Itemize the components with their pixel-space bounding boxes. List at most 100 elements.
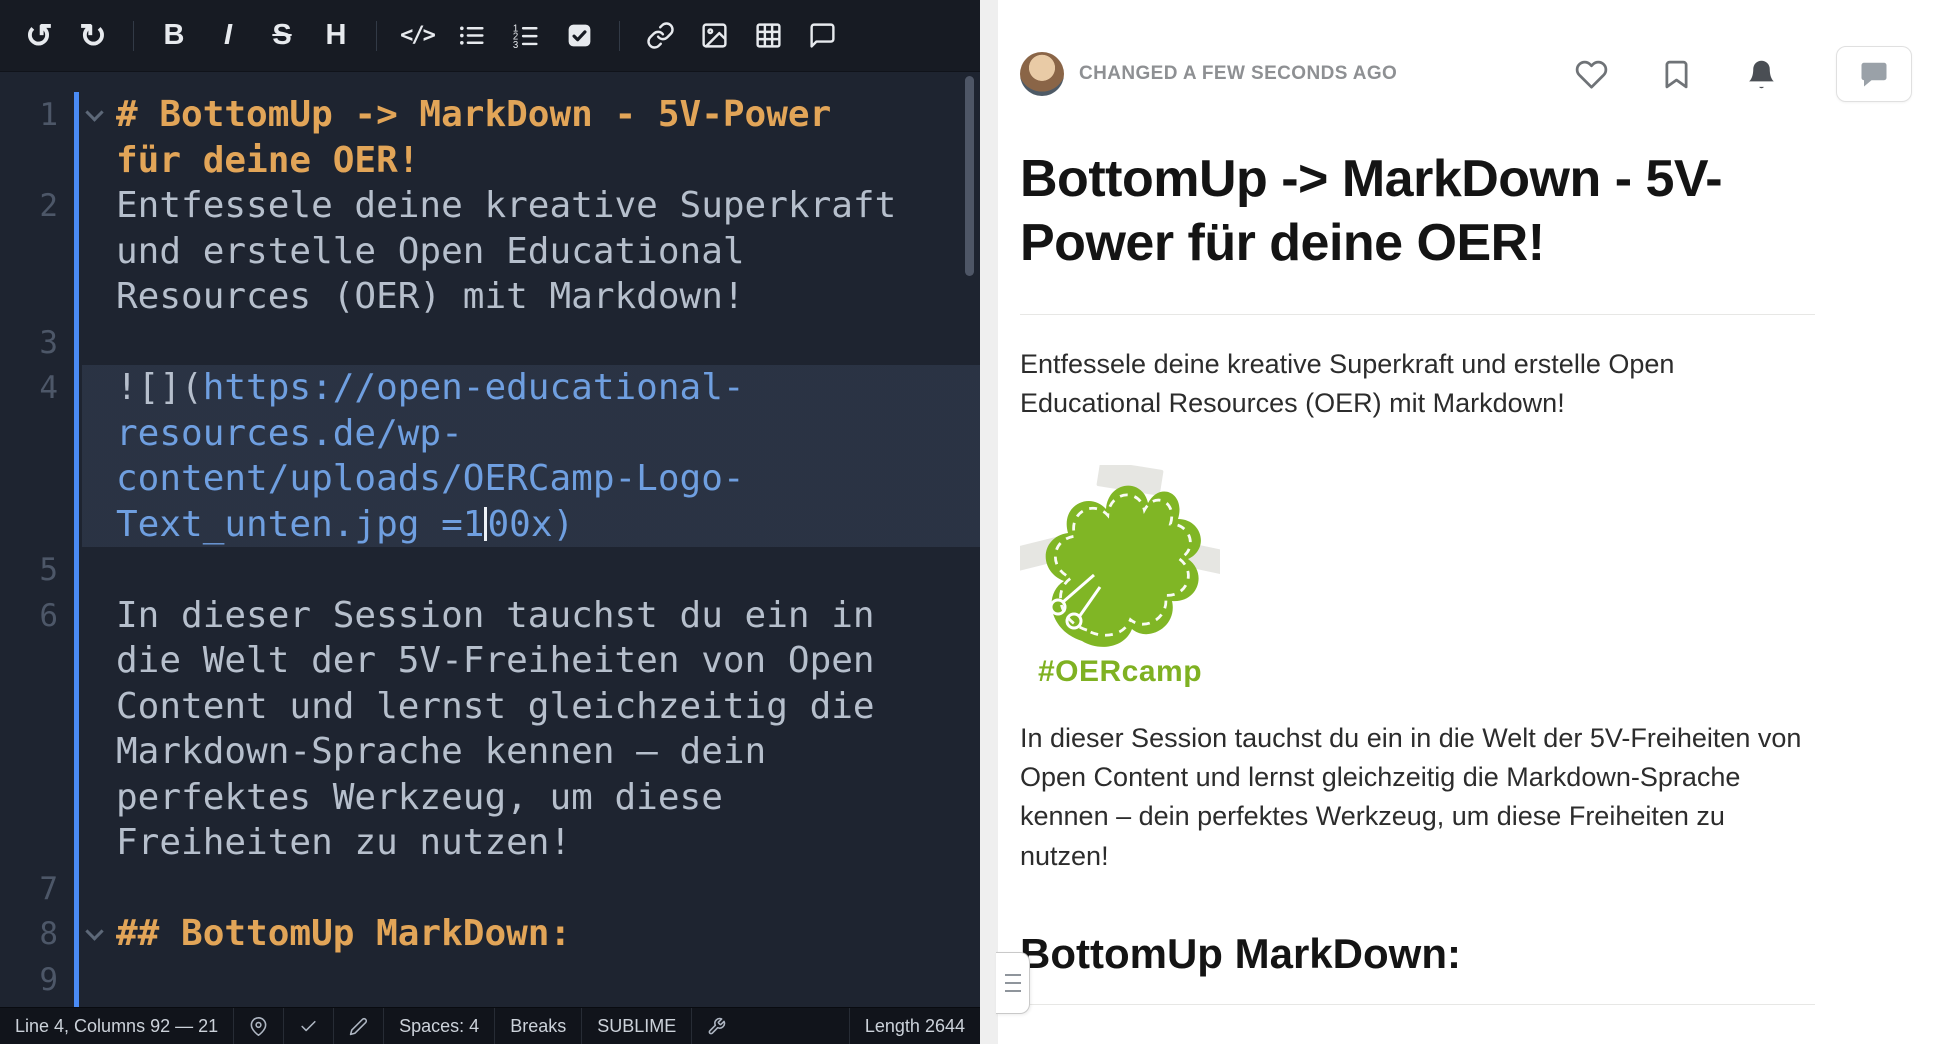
bold-button[interactable]: B bbox=[151, 13, 197, 59]
token-heading: ## BottomUp MarkDown: bbox=[116, 913, 571, 954]
editor-line[interactable]: 7 bbox=[0, 866, 980, 912]
line-number: 9 bbox=[0, 957, 58, 1004]
token-punct: ![]( bbox=[116, 367, 203, 408]
line-number: 1 bbox=[0, 92, 58, 139]
table-icon bbox=[754, 21, 783, 50]
editor-area[interactable]: 1 # BottomUp -> MarkDown - 5V-Power für d… bbox=[0, 72, 980, 1007]
heart-icon bbox=[1575, 58, 1608, 91]
subscribe-button[interactable] bbox=[1745, 58, 1778, 91]
line-text: ## BottomUp MarkDown: bbox=[116, 911, 896, 957]
editor-lines: 1 # BottomUp -> MarkDown - 5V-Power für d… bbox=[0, 92, 980, 1007]
redo-icon: ↻ bbox=[79, 19, 107, 52]
line-number: 5 bbox=[0, 547, 58, 594]
token-heading: # BottomUp -> MarkDown - 5V-Power für de… bbox=[116, 94, 853, 181]
editor-line[interactable]: 5 bbox=[0, 547, 980, 593]
fold-chevron-icon[interactable] bbox=[85, 103, 103, 121]
token-url: https://open-educational-resources.de/wp… bbox=[116, 367, 745, 545]
preferences-button[interactable] bbox=[691, 1008, 741, 1044]
spellcheck-toggle[interactable] bbox=[283, 1008, 333, 1044]
comment-icon bbox=[808, 21, 837, 50]
night-mode-toggle[interactable] bbox=[233, 1008, 283, 1044]
token-text: Entfessele deine kreative Superkraft und… bbox=[116, 185, 918, 317]
wrench-icon bbox=[707, 1017, 726, 1036]
bookmark-button[interactable] bbox=[1660, 58, 1693, 91]
paragraph: Entfessele deine kreative Superkraft und… bbox=[1020, 345, 1815, 423]
editor-line[interactable]: 4 ![](https://open-educational-resources.… bbox=[0, 365, 980, 547]
bullet-list-icon bbox=[457, 21, 486, 50]
cursor-position: Line 4, Columns 92 — 21 bbox=[0, 1008, 233, 1044]
bell-icon bbox=[1745, 58, 1778, 91]
editor-scrollbar[interactable] bbox=[965, 76, 974, 276]
open-comments-button[interactable] bbox=[1836, 46, 1912, 102]
toolbar-separator bbox=[133, 21, 134, 51]
check-icon bbox=[299, 1017, 318, 1036]
checklist-button[interactable] bbox=[556, 13, 602, 59]
strikethrough-button[interactable]: S bbox=[259, 13, 305, 59]
line-text bbox=[116, 320, 896, 366]
paragraph: In dieser Session tauchst du ein in die … bbox=[1020, 719, 1815, 876]
undo-icon: ↺ bbox=[25, 19, 53, 52]
keymap-setting[interactable]: SUBLIME bbox=[581, 1008, 691, 1044]
line-text: Entfessele deine kreative Superkraft und… bbox=[116, 183, 896, 320]
code-icon: </> bbox=[400, 23, 434, 48]
heading-icon: H bbox=[326, 19, 347, 52]
editor-line[interactable]: 3 bbox=[0, 320, 980, 366]
editor-line[interactable]: 6 In dieser Session tauchst du ein in die… bbox=[0, 593, 980, 866]
redo-button[interactable]: ↻ bbox=[70, 13, 116, 59]
line-number: 7 bbox=[0, 866, 58, 913]
comment-button[interactable] bbox=[799, 13, 845, 59]
line-text bbox=[116, 866, 896, 912]
spaces-setting[interactable]: Spaces: 4 bbox=[383, 1008, 494, 1044]
editor-line[interactable]: 9 bbox=[0, 957, 980, 1003]
like-button[interactable] bbox=[1575, 58, 1608, 91]
toolbar-separator bbox=[619, 21, 620, 51]
line-number: 4 bbox=[0, 365, 58, 412]
editor-toolbar: ↺ ↻ B I S H </> 123 bbox=[0, 0, 980, 72]
editor-pane: ↺ ↻ B I S H </> 123 1# BottomUp bbox=[0, 0, 980, 1044]
italic-icon: I bbox=[224, 19, 232, 52]
speech-bubble-icon bbox=[1859, 59, 1889, 89]
image-button[interactable] bbox=[691, 13, 737, 59]
svg-text:3: 3 bbox=[512, 40, 517, 50]
document-length: Length 2644 bbox=[849, 1008, 980, 1044]
heading-button[interactable]: H bbox=[313, 13, 359, 59]
line-text bbox=[116, 547, 896, 593]
oercamp-logo-image bbox=[1020, 465, 1220, 653]
numbered-list-icon: 123 bbox=[511, 21, 540, 50]
oercamp-logo: #OERcamp bbox=[1020, 465, 1220, 689]
preview-pane: CHANGED A FEW SECONDS AGO BottomUp -> Ma… bbox=[998, 0, 1938, 1044]
table-button[interactable] bbox=[745, 13, 791, 59]
bullet-list-button[interactable] bbox=[448, 13, 494, 59]
link-icon bbox=[646, 21, 675, 50]
line-number: 6 bbox=[0, 593, 58, 640]
author-avatar[interactable] bbox=[1020, 52, 1064, 96]
code-button[interactable]: </> bbox=[394, 13, 440, 59]
undo-button[interactable]: ↺ bbox=[16, 13, 62, 59]
numbered-list-button[interactable]: 123 bbox=[502, 13, 548, 59]
line-number: 2 bbox=[0, 183, 58, 230]
editor-line[interactable]: 8 ## BottomUp MarkDown: bbox=[0, 911, 980, 957]
checklist-icon bbox=[565, 21, 594, 50]
line-text bbox=[116, 957, 896, 1003]
split-drag-handle[interactable] bbox=[996, 952, 1030, 1014]
line-text: # BottomUp -> MarkDown - 5V-Power für de… bbox=[116, 92, 896, 183]
linebreaks-setting[interactable]: Breaks bbox=[494, 1008, 581, 1044]
toolbar-separator bbox=[376, 21, 377, 51]
line-number: 3 bbox=[0, 320, 58, 367]
app-window: { "editor": { "toolbar": { "undo": "↺", … bbox=[0, 0, 1938, 1044]
oercamp-logo-text: #OERcamp bbox=[1020, 655, 1220, 689]
italic-button[interactable]: I bbox=[205, 13, 251, 59]
theme-toggle[interactable] bbox=[333, 1008, 383, 1044]
editor-line[interactable]: 1 # BottomUp -> MarkDown - 5V-Power für d… bbox=[0, 92, 980, 183]
document-meta-bar: CHANGED A FEW SECONDS AGO bbox=[1020, 46, 1912, 102]
line-number: 8 bbox=[0, 911, 58, 958]
strikethrough-icon: S bbox=[272, 19, 291, 52]
document-title: BottomUp -> MarkDown - 5V-Power für dein… bbox=[1020, 148, 1815, 276]
fold-chevron-icon[interactable] bbox=[85, 922, 103, 940]
bold-icon: B bbox=[164, 19, 185, 52]
section-rule bbox=[1020, 1004, 1815, 1005]
token-text: In dieser Session tauchst du ein in die … bbox=[116, 595, 896, 864]
split-divider[interactable] bbox=[980, 0, 998, 1044]
link-button[interactable] bbox=[637, 13, 683, 59]
editor-line[interactable]: 2 Entfessele deine kreative Superkraft un… bbox=[0, 183, 980, 320]
